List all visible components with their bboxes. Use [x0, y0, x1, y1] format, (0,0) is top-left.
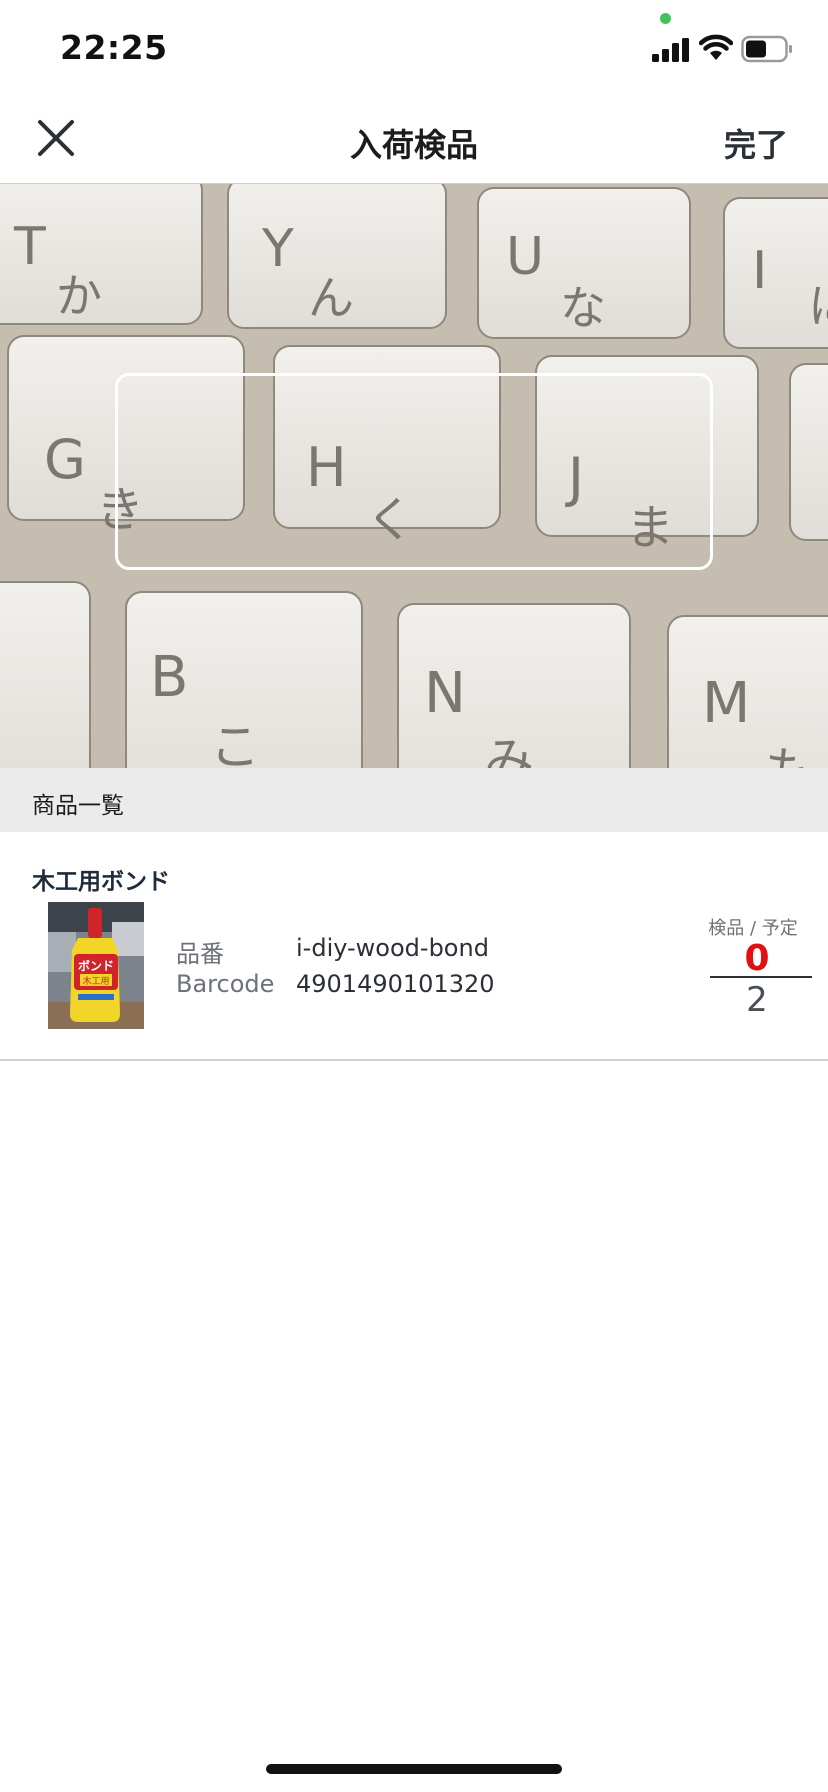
part-number-value: i-diy-wood-bond [296, 934, 489, 962]
privacy-indicator-dot [660, 13, 671, 24]
part-number-label: 品番 [176, 940, 224, 968]
count-divider [710, 976, 812, 978]
barcode-scan-frame [115, 373, 713, 570]
barcode-value: 4901490101320 [296, 970, 495, 998]
section-title: 商品一覧 [32, 793, 124, 819]
product-name: 木工用ボンド [32, 869, 170, 895]
keycap-t-letter: T [13, 217, 46, 277]
battery-icon [741, 35, 792, 63]
status-time: 22:25 [60, 28, 168, 67]
count-header: 検品 / 予定 [708, 918, 798, 939]
keycap-g-letter: G [44, 428, 86, 491]
status-bar: 22:25 [0, 0, 828, 96]
keycap-i-kana: に [808, 279, 828, 333]
keycap-m-kana: も [764, 742, 814, 768]
svg-text:木工用: 木工用 [82, 975, 109, 987]
keycap-n-kana: み [484, 732, 534, 768]
keycap-u-kana: な [560, 281, 606, 335]
keycap-t-kana: か [56, 269, 102, 323]
barcode-label: Barcode [176, 970, 275, 998]
keycap-u-letter: U [506, 227, 544, 287]
inspected-count: 0 [744, 938, 770, 979]
camera-preview[interactable]: T か Y ん U な I に G き H く J ま B こ N み M も [0, 184, 828, 768]
keycap-n-letter: N [424, 661, 466, 726]
planned-count: 2 [746, 980, 768, 1020]
keycap-v [0, 581, 91, 768]
home-indicator[interactable] [266, 1764, 562, 1774]
keycap-b-kana: こ [210, 718, 260, 768]
wifi-icon [699, 34, 733, 60]
section-header: 商品一覧 [0, 768, 828, 832]
keycap-next [789, 363, 828, 541]
keycap-b-letter: B [150, 645, 188, 710]
keycap-i-letter: I [752, 241, 767, 301]
page-title: 入荷検品 [349, 126, 478, 164]
navigation-bar: 入荷検品 完了 [0, 96, 828, 184]
product-image: ボンド 木工用 [48, 902, 144, 1029]
list-item[interactable]: 木工用ボンド ボンド 木工用 品番 i-diy-wood-bond Barcod… [0, 832, 828, 1061]
done-button[interactable]: 完了 [724, 120, 788, 166]
signal-icon [652, 38, 689, 62]
keycap-y-letter: Y [261, 219, 294, 279]
svg-text:ボンド: ボンド [78, 958, 114, 973]
keycap-y-kana: ん [308, 271, 354, 325]
keycap-m-letter: M [702, 671, 750, 736]
